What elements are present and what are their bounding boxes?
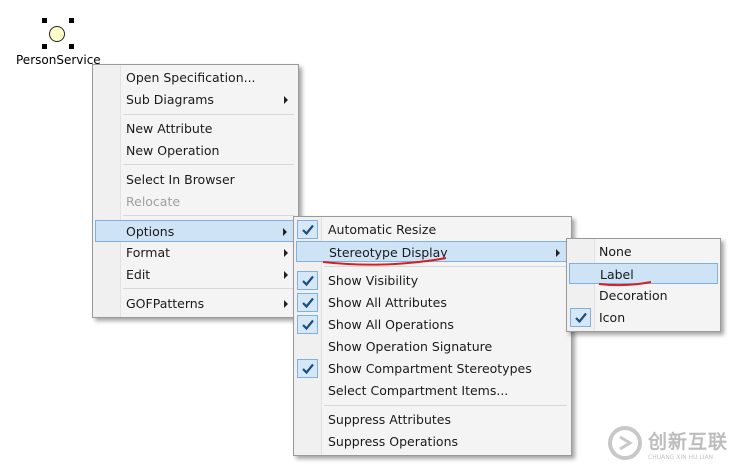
watermark-logo: 创新互联 CHUANG XIN HU LIAN xyxy=(598,415,744,471)
watermark-subtext: CHUANG XIN HU LIAN xyxy=(648,454,714,461)
annotation-underlines xyxy=(322,257,652,287)
stereotype-display-underline xyxy=(322,257,447,266)
label-underline xyxy=(598,281,652,287)
watermark-text: 创新互联 xyxy=(648,431,729,453)
